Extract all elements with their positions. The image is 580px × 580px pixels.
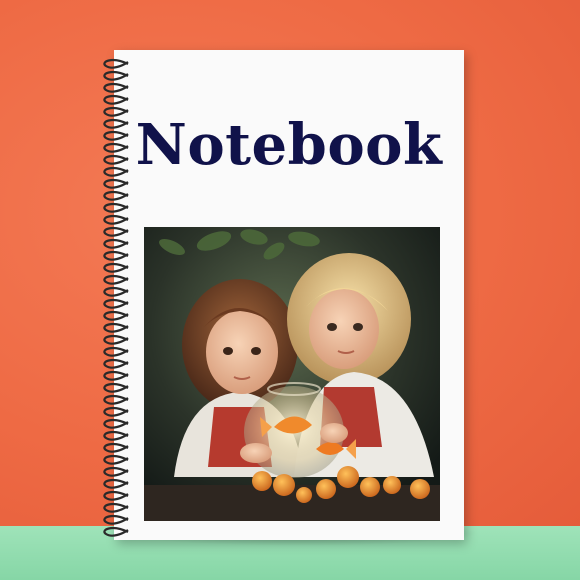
cover-illustration [144, 227, 440, 521]
spiral-coil [103, 274, 129, 285]
spiral-coil [103, 346, 129, 357]
spiral-coil [103, 286, 129, 297]
spiral-coil [103, 178, 129, 189]
spiral-coil [103, 466, 129, 477]
spiral-coil [103, 430, 129, 441]
spiral-coil [103, 322, 129, 333]
spiral-coil [103, 502, 129, 513]
spiral-coil [103, 370, 129, 381]
spiral-coil [103, 226, 129, 237]
spiral-coil [103, 142, 129, 153]
spiral-coil [103, 190, 129, 201]
spiral-coil [103, 382, 129, 393]
spiral-coil [103, 334, 129, 345]
spiral-coil [103, 310, 129, 321]
spiral-coil [103, 394, 129, 405]
spiral-coil [103, 118, 129, 129]
notebook-title: Notebook [135, 112, 443, 178]
spiral-coil [103, 70, 129, 81]
spiral-coil [103, 106, 129, 117]
spiral-coil [103, 478, 129, 489]
spiral-coil [103, 130, 129, 141]
spiral-coil [103, 202, 129, 213]
spiral-coil [103, 262, 129, 273]
spiral-coil [103, 442, 129, 453]
spiral-coil [103, 298, 129, 309]
spiral-coil [103, 454, 129, 465]
spiral-coil [103, 358, 129, 369]
spiral-coil [103, 514, 129, 525]
spiral-coil [103, 238, 129, 249]
spiral-coil [103, 526, 129, 537]
spiral-coil [103, 82, 129, 93]
spiral-coil [103, 94, 129, 105]
spiral-binding [98, 54, 132, 538]
spiral-coil [103, 250, 129, 261]
spiral-coil [103, 490, 129, 501]
spiral-coil [103, 214, 129, 225]
spiral-coil [103, 154, 129, 165]
spiral-coil [103, 166, 129, 177]
spiral-coil [103, 418, 129, 429]
spiral-coil [103, 406, 129, 417]
notebook-cover: Notebook [114, 50, 464, 540]
spiral-coil [103, 58, 129, 69]
